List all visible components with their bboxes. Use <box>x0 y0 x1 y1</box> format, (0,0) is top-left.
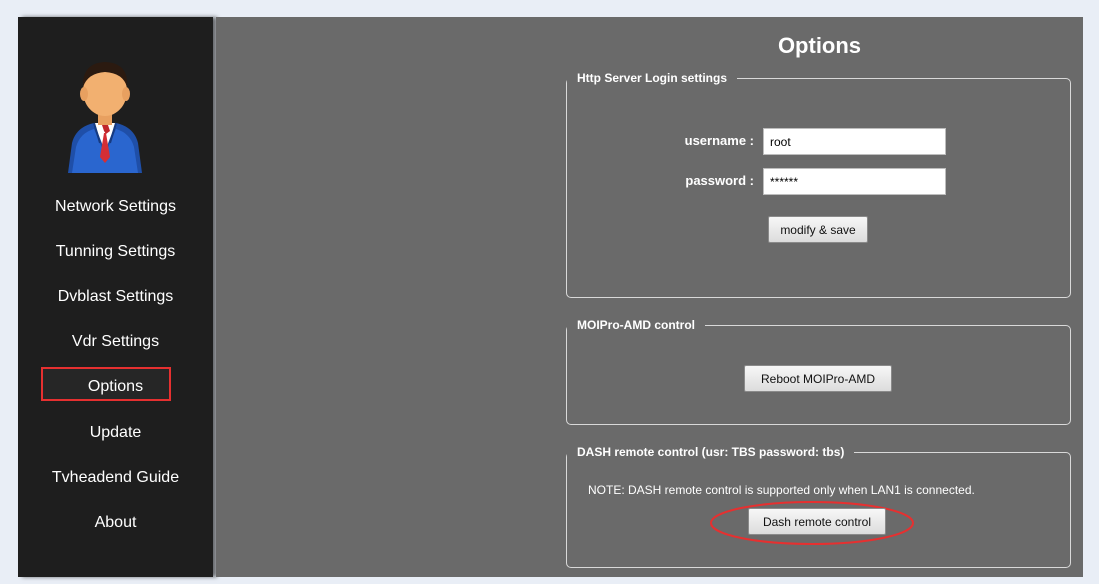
dash-note-text: NOTE: DASH remote control is supported o… <box>588 483 975 497</box>
password-input[interactable] <box>763 168 946 195</box>
page-title: Options <box>777 33 862 58</box>
sidebar-item-tunning-settings[interactable]: Tunning Settings <box>18 240 213 264</box>
login-settings-legend: Http Server Login settings <box>577 71 728 85</box>
username-input[interactable] <box>763 128 946 155</box>
reboot-button[interactable]: Reboot MOIPro-AMD <box>744 365 892 392</box>
sidebar-item-vdr-settings[interactable]: Vdr Settings <box>18 330 213 354</box>
dash-remote-control-button[interactable]: Dash remote control <box>748 508 886 535</box>
dash-remote-legend: DASH remote control (usr: TBS password: … <box>577 445 845 459</box>
password-label: password : <box>685 173 754 188</box>
dash-remote-panel: DASH remote control (usr: TBS password: … <box>566 445 1071 568</box>
sidebar: Network Settings Tunning Settings Dvblas… <box>18 17 213 577</box>
sidebar-item-options[interactable]: Options <box>18 375 213 399</box>
sidebar-item-about[interactable]: About <box>18 511 213 535</box>
sidebar-item-tvheadend-guide[interactable]: Tvheadend Guide <box>18 466 213 490</box>
moipro-control-legend: MOIPro-AMD control <box>577 318 695 332</box>
username-label: username : <box>684 133 754 148</box>
sidebar-item-dvblast-settings[interactable]: Dvblast Settings <box>18 285 213 309</box>
user-avatar-icon <box>68 62 142 173</box>
main-content: Options Http Server Login settings usern… <box>216 17 1083 577</box>
sidebar-item-network-settings[interactable]: Network Settings <box>18 195 213 219</box>
sidebar-item-update[interactable]: Update <box>18 421 213 445</box>
modify-save-button[interactable]: modify & save <box>768 216 868 243</box>
